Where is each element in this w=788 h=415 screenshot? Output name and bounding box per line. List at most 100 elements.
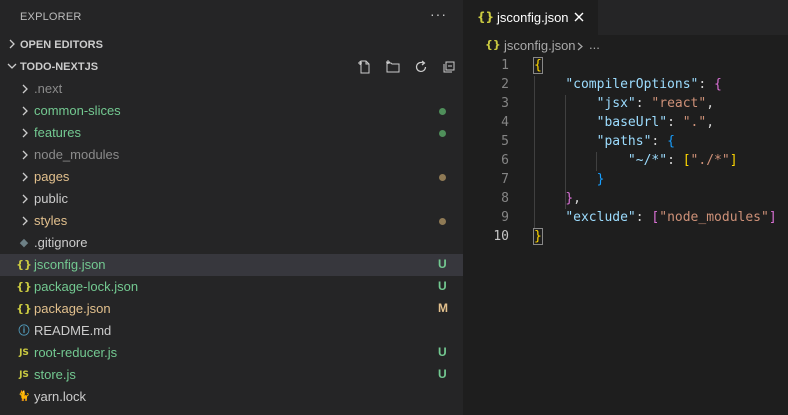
tree-item-label: common-slices	[34, 103, 121, 118]
tree-folder-item[interactable]: .next	[0, 78, 463, 100]
tree-file-item[interactable]: 🐈 yarn.lock	[0, 386, 463, 408]
tree-item-label: pages	[34, 169, 70, 184]
refresh-icon[interactable]	[413, 59, 429, 75]
code-token: :	[635, 210, 652, 225]
chevron-right-icon	[577, 42, 583, 51]
chevron-down-icon	[7, 63, 17, 69]
tree-item-label: root-reducer.js	[34, 345, 118, 360]
new-folder-icon[interactable]	[385, 59, 401, 75]
project-section[interactable]: TODO-NEXTJS	[0, 56, 463, 78]
tree-folder-item[interactable]: styles	[0, 210, 463, 232]
chevron-right-icon	[9, 39, 15, 49]
breadcrumb-more[interactable]: ...	[589, 37, 600, 52]
code-text: "compilerOptions": {	[534, 77, 722, 92]
code-token: {	[533, 57, 543, 74]
code-token: ,	[706, 115, 715, 130]
open-editors-section[interactable]: OPEN EDITORS	[0, 34, 463, 56]
tree-file-item[interactable]: ⓘ README.md	[0, 320, 463, 342]
json-icon: {}	[16, 280, 32, 293]
line-number: 7	[501, 172, 509, 187]
collapse-all-icon[interactable]	[441, 59, 457, 75]
code-token: {	[714, 77, 722, 92]
breadcrumb-file[interactable]: jsconfig.json	[504, 38, 576, 53]
breadcrumb: {} jsconfig.json ...	[463, 35, 788, 57]
code-token: ]	[768, 210, 777, 225]
chevron-right-icon	[22, 128, 28, 138]
json-icon: {}	[16, 258, 32, 271]
code-text: }	[533, 228, 543, 245]
close-icon[interactable]	[573, 11, 585, 23]
code-token: "./*"	[690, 153, 730, 168]
info-icon: ⓘ	[18, 324, 30, 337]
tree-folder-item[interactable]: common-slices	[0, 100, 463, 122]
tree-folder-item[interactable]: features	[0, 122, 463, 144]
code-token: "compilerOptions"	[565, 77, 699, 92]
tree-file-item[interactable]: JS store.js U	[0, 364, 463, 386]
tree-file-item[interactable]: {} package-lock.json U	[0, 276, 463, 298]
code-token: :	[667, 115, 683, 130]
code-line: 5 "paths": {	[463, 133, 788, 152]
ellipsis-icon[interactable]: ···	[430, 6, 447, 22]
line-number: 9	[501, 210, 509, 225]
code-token: "baseUrl"	[596, 115, 668, 130]
code-token: }	[533, 228, 543, 245]
git-status-dot	[439, 108, 446, 115]
git-status-badge: U	[438, 367, 447, 381]
tree-file-item[interactable]: ◆ .gitignore	[0, 232, 463, 254]
code-token: ,	[706, 96, 715, 111]
code-token: "node_modules"	[659, 210, 769, 225]
code-line: 6 "~/*": ["./*"]	[463, 152, 788, 171]
json-icon: {}	[485, 38, 501, 51]
tree-folder-item[interactable]: public	[0, 188, 463, 210]
git-status-dot	[439, 218, 446, 225]
chevron-right-icon	[22, 150, 28, 160]
code-text: {	[533, 57, 543, 74]
code-line: 4 "baseUrl": ".",	[463, 114, 788, 133]
chevron-right-icon	[22, 106, 28, 116]
explorer-sidebar: EXPLORER ··· OPEN EDITORS TODO-NEXTJS .n…	[0, 0, 463, 415]
code-token: "~/*"	[627, 153, 668, 168]
tree-file-item[interactable]: {} jsconfig.json U	[0, 254, 463, 276]
git-status-dot	[439, 174, 446, 181]
open-editors-label: OPEN EDITORS	[20, 39, 103, 51]
js-icon: JS	[19, 348, 29, 358]
tree-item-label: store.js	[34, 367, 76, 382]
code-token: ]	[729, 153, 738, 168]
line-number: 2	[501, 77, 509, 92]
code-token: :	[667, 153, 683, 168]
git-status-badge: M	[438, 301, 448, 315]
code-text: },	[534, 191, 581, 206]
code-line: 10}	[463, 228, 788, 247]
code-line: 7 }	[463, 171, 788, 190]
code-line: 8 },	[463, 190, 788, 209]
tree-folder-item[interactable]: pages	[0, 166, 463, 188]
code-text: "~/*": ["./*"]	[534, 153, 738, 168]
new-file-icon[interactable]	[357, 59, 373, 75]
line-number: 8	[501, 191, 509, 206]
editor-area: {} jsconfig.json {} jsconfig.json ... 1{…	[463, 0, 788, 415]
line-number: 3	[501, 96, 509, 111]
code-line: 1{	[463, 57, 788, 76]
tree-folder-item[interactable]: node_modules	[0, 144, 463, 166]
code-line: 9 "exclude": ["node_modules"]	[463, 209, 788, 228]
git-status-dot	[439, 130, 446, 137]
line-number: 4	[501, 115, 509, 130]
tree-file-item[interactable]: {} package.json M	[0, 298, 463, 320]
chevron-right-icon	[22, 216, 28, 226]
tree-item-label: README.md	[34, 323, 112, 338]
code-token: "paths"	[596, 134, 652, 149]
tree-item-label: .gitignore	[34, 235, 88, 250]
line-number: 5	[501, 134, 509, 149]
tree-item-label: node_modules	[34, 147, 120, 162]
tree-file-item[interactable]: JS root-reducer.js U	[0, 342, 463, 364]
js-icon: JS	[19, 370, 29, 380]
code-text: "baseUrl": ".",	[534, 115, 714, 130]
tab-jsconfig[interactable]: {} jsconfig.json	[463, 0, 598, 35]
code-token: ,	[573, 191, 581, 206]
chevron-right-icon	[22, 194, 28, 204]
yarn-icon: 🐈	[17, 391, 31, 402]
